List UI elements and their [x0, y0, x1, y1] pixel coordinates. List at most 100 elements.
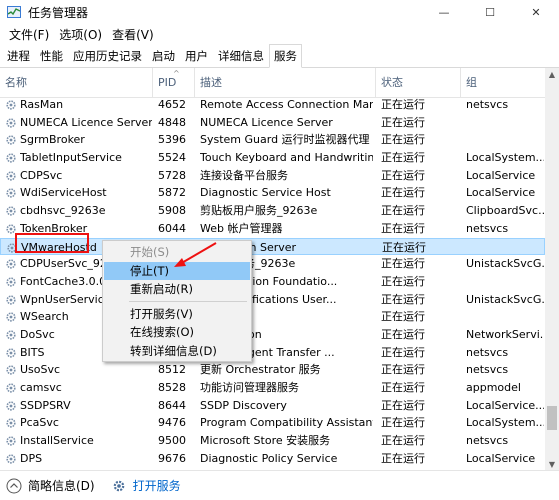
- service-pid: 5396: [158, 133, 186, 147]
- service-gear-icon: [6, 153, 16, 163]
- service-gear-icon: [6, 188, 16, 199]
- window-title: 任务管理器: [28, 5, 89, 20]
- service-group: [466, 114, 544, 132]
- footer-bar: 简略信息(D) 打开服务: [0, 470, 559, 500]
- table-row[interactable]: FontCache3.0.0.0 Presentation Foundatio..…: [0, 273, 545, 291]
- task-manager-icon: [6, 4, 22, 20]
- service-group: UnistackSvcG...: [466, 257, 544, 271]
- service-pid: 5728: [158, 168, 186, 182]
- table-row[interactable]: camsvc 8528 功能访问管理器服务 正在运行 appmodel: [0, 379, 545, 397]
- ctx-separator: [129, 301, 247, 302]
- table-row[interactable]: UsoSvc 8512 更新 Orchestrator 服务 正在运行 netsvcs: [0, 361, 545, 379]
- services-list: RasMan 4652 Remote Access Connection Man..…: [0, 96, 545, 467]
- service-group: UnistackSvcG...: [466, 292, 544, 306]
- menu-view[interactable]: 查看(V): [107, 26, 159, 43]
- service-name: SSDPSRV: [20, 398, 71, 412]
- service-description: Touch Keyboard and Handwritin...: [200, 151, 373, 165]
- service-status: 正在运行: [381, 451, 425, 465]
- ctx-search-online[interactable]: 在线搜索(O): [104, 323, 250, 341]
- minimize-button[interactable]: —: [421, 0, 467, 24]
- service-group: netsvcs: [466, 434, 509, 448]
- scroll-up-icon[interactable]: ▲: [545, 68, 559, 82]
- column-pid[interactable]: PID: [153, 68, 195, 98]
- tab-processes[interactable]: 进程: [2, 45, 35, 67]
- service-group: LocalService: [466, 168, 536, 182]
- table-row[interactable]: BITS nd Intelligent Transfer ... 正在运行 netsv…: [0, 344, 545, 362]
- service-status: 正在运行: [381, 133, 425, 147]
- service-status: 正在运行: [381, 221, 425, 235]
- ctx-open-services[interactable]: 打开服务(V): [104, 305, 250, 323]
- table-row[interactable]: RasMan 4652 Remote Access Connection Man..…: [0, 96, 545, 114]
- scroll-thumb[interactable]: [547, 406, 557, 430]
- service-gear-icon: [6, 277, 16, 287]
- ctx-restart[interactable]: 重新启动(R): [104, 280, 250, 298]
- service-pid: 8528: [158, 381, 186, 394]
- open-services-link[interactable]: 打开服务: [111, 477, 181, 494]
- service-name: TabletInputService: [20, 151, 122, 165]
- service-status: 正在运行: [381, 310, 425, 324]
- service-group: netsvcs: [466, 345, 509, 359]
- service-gear-icon: [6, 135, 16, 145]
- service-group: LocalSystem...: [466, 151, 544, 165]
- tab-startup[interactable]: 启动: [147, 45, 180, 67]
- service-gear-icon: [6, 383, 16, 393]
- service-description: SSDP Discovery: [200, 398, 287, 412]
- table-row[interactable]: NUMECA Licence Server 4848 NUMECA Licence …: [0, 114, 545, 132]
- service-name: DPS: [20, 451, 43, 465]
- table-row[interactable]: DPS 9676 Diagnostic Policy Service 正在运行 Loca…: [0, 450, 545, 468]
- summary-toggle[interactable]: 简略信息(D): [6, 477, 95, 494]
- tab-bar: 进程 性能 应用历史记录 启动 用户 详细信息 服务: [0, 44, 559, 68]
- service-pid: 9500: [158, 434, 186, 448]
- table-row[interactable]: WpnUserService Push Notifications User...…: [0, 291, 545, 309]
- column-status[interactable]: 状态: [376, 68, 461, 98]
- vertical-scrollbar[interactable]: ▲ ▼: [545, 68, 559, 472]
- service-group: [467, 239, 545, 257]
- service-status: 正在运行: [381, 292, 425, 306]
- tab-details[interactable]: 详细信息: [213, 45, 269, 67]
- table-row[interactable]: WdiServiceHost 5872 Diagnostic Service Hos…: [0, 184, 545, 202]
- highlight-box: [15, 233, 89, 253]
- menu-options[interactable]: 选项(O): [54, 26, 107, 43]
- service-name: RasMan: [20, 98, 64, 111]
- column-name[interactable]: 名称: [0, 68, 153, 98]
- service-gear-icon: [6, 294, 16, 305]
- service-group: [466, 131, 544, 149]
- services-gear-icon: [113, 480, 124, 491]
- maximize-button[interactable]: ☐: [467, 0, 513, 24]
- close-button[interactable]: ✕: [513, 0, 559, 24]
- tab-users[interactable]: 用户: [180, 45, 213, 67]
- service-status: 正在运行: [381, 257, 425, 271]
- table-row[interactable]: SgrmBroker 5396 System Guard 运行时监视器代理 正在运行: [0, 131, 545, 149]
- table-row[interactable]: PcaSvc 9476 Program Compatibility Assistan…: [0, 414, 545, 432]
- tab-performance[interactable]: 性能: [35, 45, 68, 67]
- service-group: LocalService: [466, 451, 536, 465]
- service-description: 更新 Orchestrator 服务: [200, 363, 321, 377]
- service-group: LocalService: [466, 186, 536, 200]
- table-row[interactable]: SSDPSRV 8644 SSDP Discovery 正在运行 LocalServic…: [0, 397, 545, 415]
- tab-services[interactable]: 服务: [269, 44, 302, 68]
- table-row[interactable]: WSearch 正在运行: [0, 308, 545, 326]
- table-row[interactable]: cbdhsvc_9263e 5908 剪贴板用户服务_9263e 正在运行 Clipbo…: [0, 202, 545, 220]
- column-group[interactable]: 组: [461, 68, 545, 98]
- table-row[interactable]: CDPUserSvc_926台用户服务_9263e正在运行UnistackSvc…: [0, 255, 545, 273]
- ctx-go-to-details[interactable]: 转到详细信息(D): [104, 342, 250, 360]
- column-description[interactable]: 描述: [195, 68, 376, 98]
- service-description: 功能访问管理器服务: [200, 381, 299, 394]
- table-row[interactable]: InstallService 9500 Microsoft Store 安装服务 正在…: [0, 432, 545, 450]
- service-status: 正在运行: [381, 274, 425, 288]
- service-gear-icon: [6, 206, 16, 216]
- open-services-label: 打开服务: [132, 479, 181, 493]
- column-header: 名称 ^ PID 描述 状态 组: [0, 68, 545, 98]
- table-row[interactable]: DoSvcptimization正在运行NetworkServi...: [0, 326, 545, 344]
- menu-file[interactable]: 文件(F): [4, 26, 54, 43]
- service-group: [466, 308, 544, 326]
- service-gear-icon: [6, 436, 16, 446]
- table-row[interactable]: TabletInputService 5524 Touch Keyboard and…: [0, 149, 545, 167]
- service-group: LocalSystem...: [466, 416, 544, 430]
- table-row[interactable]: CDPSvc 5728 连接设备平台服务 正在运行 LocalService: [0, 167, 545, 185]
- service-name: CDPSvc: [20, 168, 63, 182]
- service-group: netsvcs: [466, 363, 509, 377]
- service-pid: 4848: [158, 115, 186, 129]
- tab-app-history[interactable]: 应用历史记录: [68, 45, 147, 67]
- service-description: Web 帐户管理器: [200, 221, 283, 235]
